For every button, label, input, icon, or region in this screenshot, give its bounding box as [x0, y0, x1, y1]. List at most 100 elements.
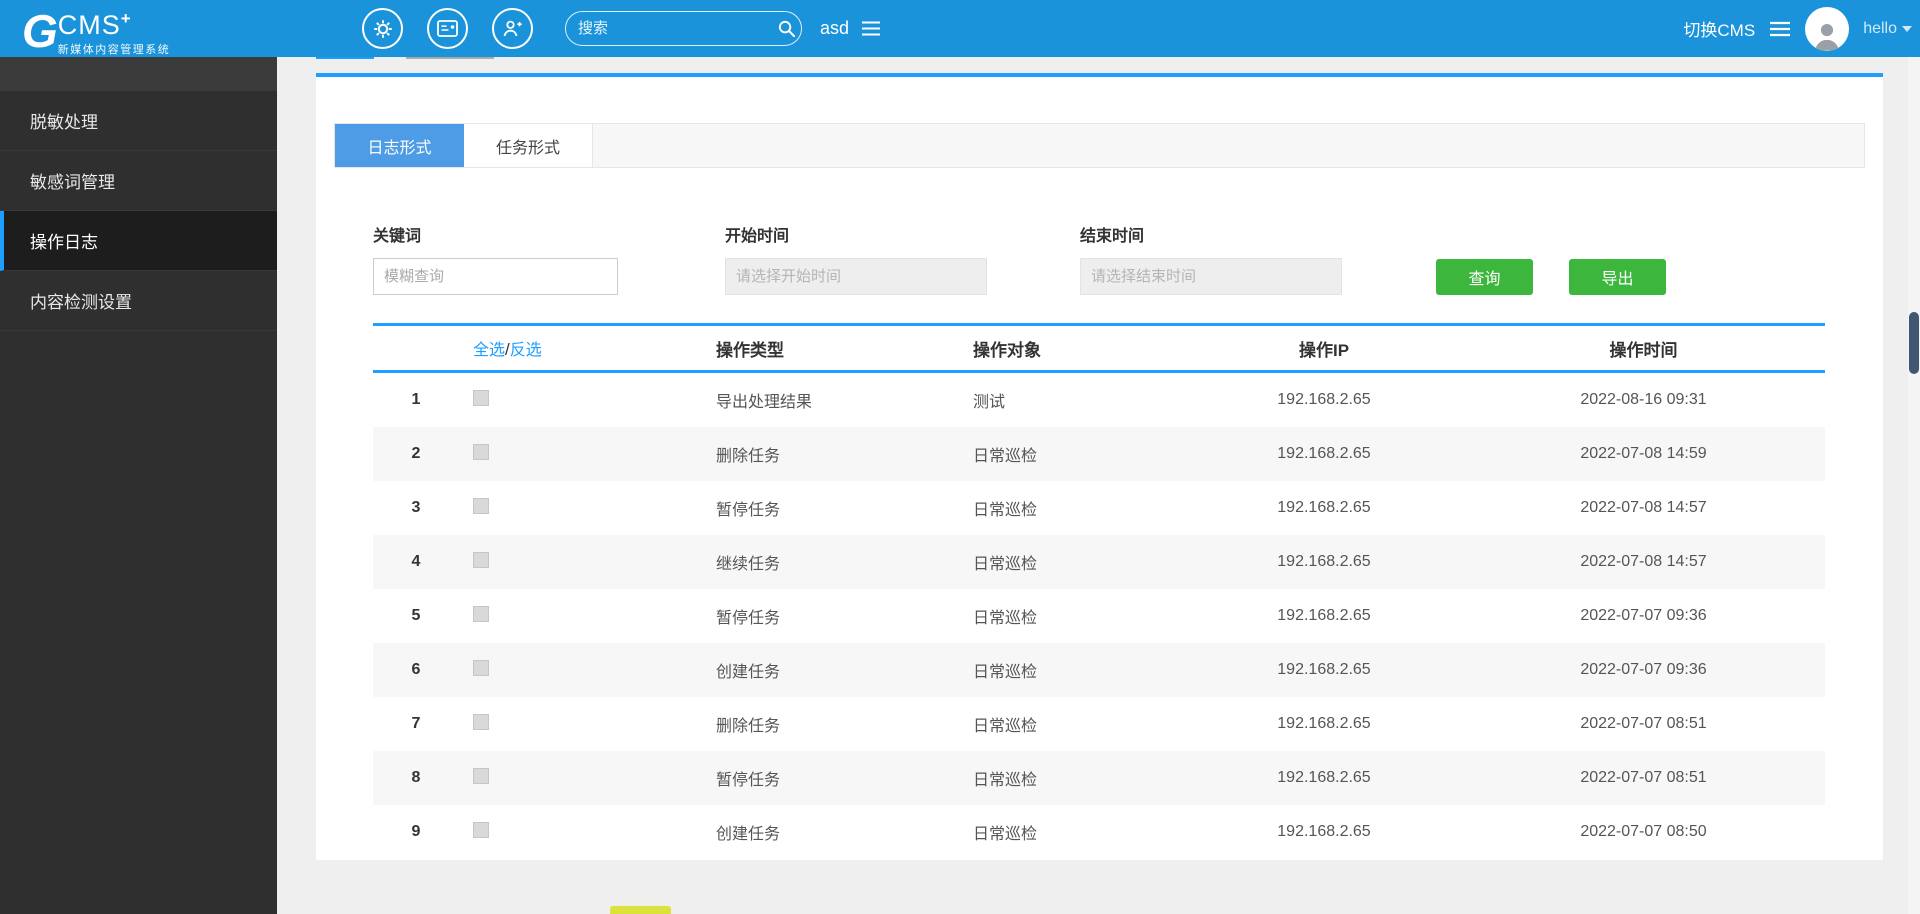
settings-gear-icon[interactable] — [362, 8, 403, 49]
cell-op-type: 创建任务 — [716, 664, 781, 681]
cell-op-type: 创建任务 — [716, 826, 781, 843]
sidebar: 脱敏处理 敏感词管理 操作日志 内容检测设置 — [0, 57, 277, 914]
switch-cms-link[interactable]: 切换CMS — [1683, 16, 1755, 41]
cell-op-object: 日常巡检 — [973, 826, 1038, 843]
nav-menu-icon[interactable] — [1769, 21, 1791, 37]
table-row: 3 暂停任务 日常巡检 192.168.2.65 2022-07-08 14:5… — [373, 481, 1825, 535]
cell-op-time: 2022-07-07 08:51 — [1580, 769, 1707, 786]
add-user-icon[interactable] — [492, 8, 533, 49]
cell-op-type: 暂停任务 — [716, 502, 781, 519]
row-index: 5 — [411, 607, 421, 624]
current-username: asd — [820, 18, 850, 38]
table-row: 2 删除任务 日常巡检 192.168.2.65 2022-07-08 14:5… — [373, 427, 1825, 481]
row-checkbox[interactable] — [473, 443, 489, 460]
row-select-cell — [459, 389, 716, 411]
tab-task-form[interactable]: 任务形式 — [464, 124, 593, 167]
row-index: 2 — [411, 445, 421, 462]
account-dropdown[interactable]: hello — [1863, 20, 1912, 38]
user-menu-icon[interactable] — [861, 21, 881, 36]
table-row: 1 导出处理结果 测试 192.168.2.65 2022-08-16 09:3… — [373, 373, 1825, 427]
header-op-time: 操作时间 — [1609, 340, 1678, 360]
logo-plus: + — [120, 9, 132, 28]
row-checkbox[interactable] — [473, 713, 489, 730]
row-checkbox[interactable] — [473, 389, 489, 406]
sidebar-item-desensitization[interactable]: 脱敏处理 — [0, 91, 277, 151]
topbar-quick-icons — [362, 8, 533, 49]
search-input[interactable] — [578, 20, 777, 37]
query-button[interactable]: 查询 — [1436, 259, 1533, 295]
search-icon[interactable] — [777, 19, 796, 38]
table-row: 9 创建任务 日常巡检 192.168.2.65 2022-07-07 08:5… — [373, 805, 1825, 859]
end-time-label: 结束时间 — [1080, 228, 1145, 245]
cell-op-time: 2022-07-08 14:59 — [1580, 445, 1707, 462]
cell-op-type: 暂停任务 — [716, 772, 781, 789]
scrollbar-track[interactable] — [1908, 57, 1920, 914]
select-invert-link[interactable]: 反选 — [510, 342, 542, 359]
sidebar-item-label: 操作日志 — [30, 233, 98, 252]
sidebar-header — [0, 57, 277, 91]
row-checkbox[interactable] — [473, 659, 489, 676]
sidebar-item-content-detection[interactable]: 内容检测设置 — [0, 271, 277, 331]
row-index: 7 — [411, 715, 421, 732]
select-all-link[interactable]: 全选 — [473, 342, 505, 359]
row-checkbox[interactable] — [473, 497, 489, 514]
cell-op-time: 2022-07-08 14:57 — [1580, 553, 1707, 570]
row-select-cell — [459, 821, 716, 843]
topbar-search[interactable] — [565, 11, 802, 46]
logo-subtitle: 新媒体内容管理系统 — [57, 44, 171, 56]
keyword-filter: 关键词 — [373, 222, 618, 295]
row-select-cell — [459, 605, 716, 627]
table-row: 8 暂停任务 日常巡检 192.168.2.65 2022-07-07 08:5… — [373, 751, 1825, 805]
tab-bar: 日志形式 任务形式 — [334, 123, 1865, 168]
header-op-object: 操作对象 — [973, 340, 1041, 360]
sidebar-item-operation-log[interactable]: 操作日志 — [0, 211, 277, 271]
cell-op-ip: 192.168.2.65 — [1277, 661, 1371, 678]
sidebar-item-label: 敏感词管理 — [30, 173, 115, 192]
row-checkbox[interactable] — [473, 767, 489, 784]
cell-op-time: 2022-07-07 09:36 — [1580, 661, 1707, 678]
cell-op-object: 日常巡检 — [973, 664, 1038, 681]
export-button[interactable]: 导出 — [1569, 259, 1666, 295]
start-time-input[interactable] — [725, 258, 987, 295]
keyword-input[interactable] — [373, 258, 618, 295]
row-checkbox[interactable] — [473, 551, 489, 568]
cell-op-ip: 192.168.2.65 — [1277, 445, 1371, 462]
app-logo[interactable]: G CMS+ 新媒体内容管理系统 — [22, 5, 170, 57]
start-time-label: 开始时间 — [725, 228, 790, 245]
tab-log-form[interactable]: 日志形式 — [335, 124, 464, 167]
row-select-cell — [459, 767, 716, 789]
row-index: 6 — [411, 661, 421, 678]
avatar[interactable] — [1805, 6, 1850, 51]
cell-op-object: 日常巡检 — [973, 556, 1038, 573]
row-select-cell — [459, 443, 716, 465]
row-select-cell — [459, 713, 716, 735]
row-checkbox[interactable] — [473, 605, 489, 622]
row-select-cell — [459, 497, 716, 519]
start-time-filter: 开始时间 — [725, 222, 987, 295]
cell-op-type: 删除任务 — [716, 718, 781, 735]
cell-op-ip: 192.168.2.65 — [1277, 553, 1371, 570]
row-select-cell — [459, 659, 716, 681]
table-row: 7 删除任务 日常巡检 192.168.2.65 2022-07-07 08:5… — [373, 697, 1825, 751]
sidebar-item-label: 内容检测设置 — [30, 293, 132, 312]
cell-op-object: 日常巡检 — [973, 502, 1038, 519]
id-card-icon[interactable] — [427, 8, 468, 49]
end-time-input[interactable] — [1080, 258, 1342, 295]
cell-op-type: 删除任务 — [716, 448, 781, 465]
cell-op-ip: 192.168.2.65 — [1277, 499, 1371, 516]
topbar-user-area: asd — [820, 0, 881, 57]
cell-op-object: 测试 — [973, 394, 1006, 411]
row-index: 3 — [411, 499, 421, 516]
cell-op-time: 2022-07-08 14:57 — [1580, 499, 1707, 516]
cell-op-object: 日常巡检 — [973, 610, 1038, 627]
cell-op-object: 日常巡检 — [973, 718, 1038, 735]
logo-text: CMS+ — [58, 5, 171, 39]
cell-op-type: 导出处理结果 — [716, 394, 813, 411]
pagination-partial-button[interactable] — [610, 906, 671, 914]
logo-cms-text: CMS — [57, 10, 121, 40]
cell-op-time: 2022-07-07 08:50 — [1580, 823, 1707, 840]
scrollbar-thumb[interactable] — [1909, 312, 1919, 374]
row-checkbox[interactable] — [473, 821, 489, 838]
sidebar-item-sensitive-words[interactable]: 敏感词管理 — [0, 151, 277, 211]
topbar: G CMS+ 新媒体内容管理系统 asd 切换CMS — [0, 0, 1920, 57]
